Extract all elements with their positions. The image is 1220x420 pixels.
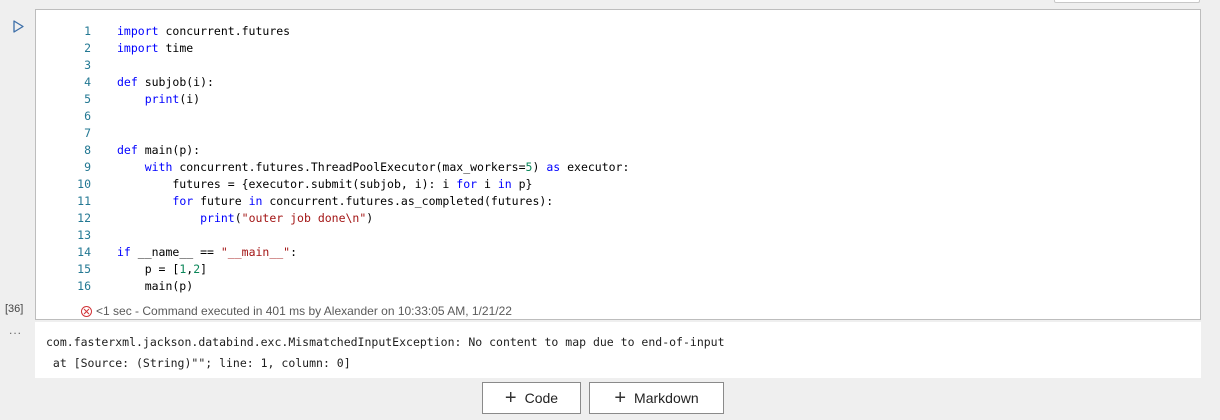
run-cell-button[interactable] <box>10 17 26 35</box>
execution-status: <1 sec - Command executed in 401 ms by A… <box>81 303 512 319</box>
line-number: 3 <box>84 58 91 72</box>
more-options-icon[interactable]: ... <box>9 323 22 337</box>
code-line: 1 import concurrent.futures <box>36 23 1200 40</box>
line-number: 12 <box>77 211 91 225</box>
line-number: 5 <box>84 92 91 106</box>
line-number: 4 <box>84 75 91 89</box>
plus-icon: + <box>614 387 627 409</box>
line-number: 13 <box>77 228 91 242</box>
line-source: import concurrent.futures <box>117 24 291 38</box>
toolbar-stub <box>1054 0 1200 3</box>
code-line: 13 <box>36 227 1200 244</box>
line-source: with concurrent.futures.ThreadPoolExecut… <box>144 160 630 174</box>
line-number: 16 <box>77 279 91 293</box>
code-line: 11 for future in concurrent.futures.as_c… <box>36 193 1200 210</box>
plus-icon: + <box>504 387 517 409</box>
add-markdown-cell-button[interactable]: + Markdown <box>589 382 724 414</box>
add-markdown-label: Markdown <box>634 390 699 406</box>
line-source: if __name__ == "__main__": <box>117 245 298 259</box>
code-line: 3 <box>36 57 1200 74</box>
line-number: 8 <box>84 143 91 157</box>
line-source: main(p) <box>117 279 194 293</box>
code-line: 10 futures = {executor.submit(subjob, i)… <box>36 176 1200 193</box>
line-number: 2 <box>84 41 91 55</box>
line-number: 11 <box>77 194 91 208</box>
add-code-label: Code <box>524 390 559 406</box>
code-line: 8 def main(p): <box>36 142 1200 159</box>
line-source: def main(p): <box>117 143 201 157</box>
output-line: at [Source: (String)""; line: 1, column:… <box>46 356 351 370</box>
code-editor[interactable]: 1 import concurrent.futures 2 import time 3 4… <box>35 9 1201 320</box>
code-line: 15 p = [1,2] <box>36 261 1200 278</box>
code-line: 2 import time <box>36 40 1200 57</box>
code-line: 12 print("outer job done\n") <box>36 210 1200 227</box>
line-source: futures = {executor.submit(subjob, i): i… <box>117 177 533 191</box>
code-line: 6 <box>36 108 1200 125</box>
line-source: print(i) <box>144 92 201 106</box>
line-number: 7 <box>84 126 91 140</box>
line-source: for future in concurrent.futures.as_comp… <box>172 194 554 208</box>
execution-count: [36] <box>5 303 24 315</box>
line-number: 6 <box>84 109 91 123</box>
line-number: 1 <box>84 24 91 38</box>
notebook-page: [36] ... 1 import concurrent.futures 2 impo… <box>0 0 1220 420</box>
line-source: import time <box>117 41 194 55</box>
line-number: 10 <box>77 177 91 191</box>
code-line: 16 main(p) <box>36 278 1200 295</box>
code-line: 4 def subjob(i): <box>36 74 1200 91</box>
line-source: print("outer job done\n") <box>200 211 374 225</box>
line-number: 15 <box>77 262 91 276</box>
code-line: 7 <box>36 125 1200 142</box>
code-line: 14 if __name__ == "__main__": <box>36 244 1200 261</box>
line-number: 9 <box>84 160 91 174</box>
line-source: def subjob(i): <box>117 75 214 89</box>
output-line: com.fasterxml.jackson.databind.exc.Misma… <box>46 335 725 349</box>
add-code-cell-button[interactable]: + Code <box>482 382 581 414</box>
play-triangle-icon <box>12 19 24 33</box>
error-circle-icon <box>81 305 92 317</box>
line-number: 14 <box>77 245 91 259</box>
code-line: 9 with concurrent.futures.ThreadPoolExec… <box>36 159 1200 176</box>
execution-status-text: <1 sec - Command executed in 401 ms by A… <box>96 304 512 318</box>
line-source: p = [1,2] <box>117 262 208 276</box>
code-line: 5 print(i) <box>36 91 1200 108</box>
cell-output: com.fasterxml.jackson.databind.exc.Misma… <box>35 322 1201 378</box>
